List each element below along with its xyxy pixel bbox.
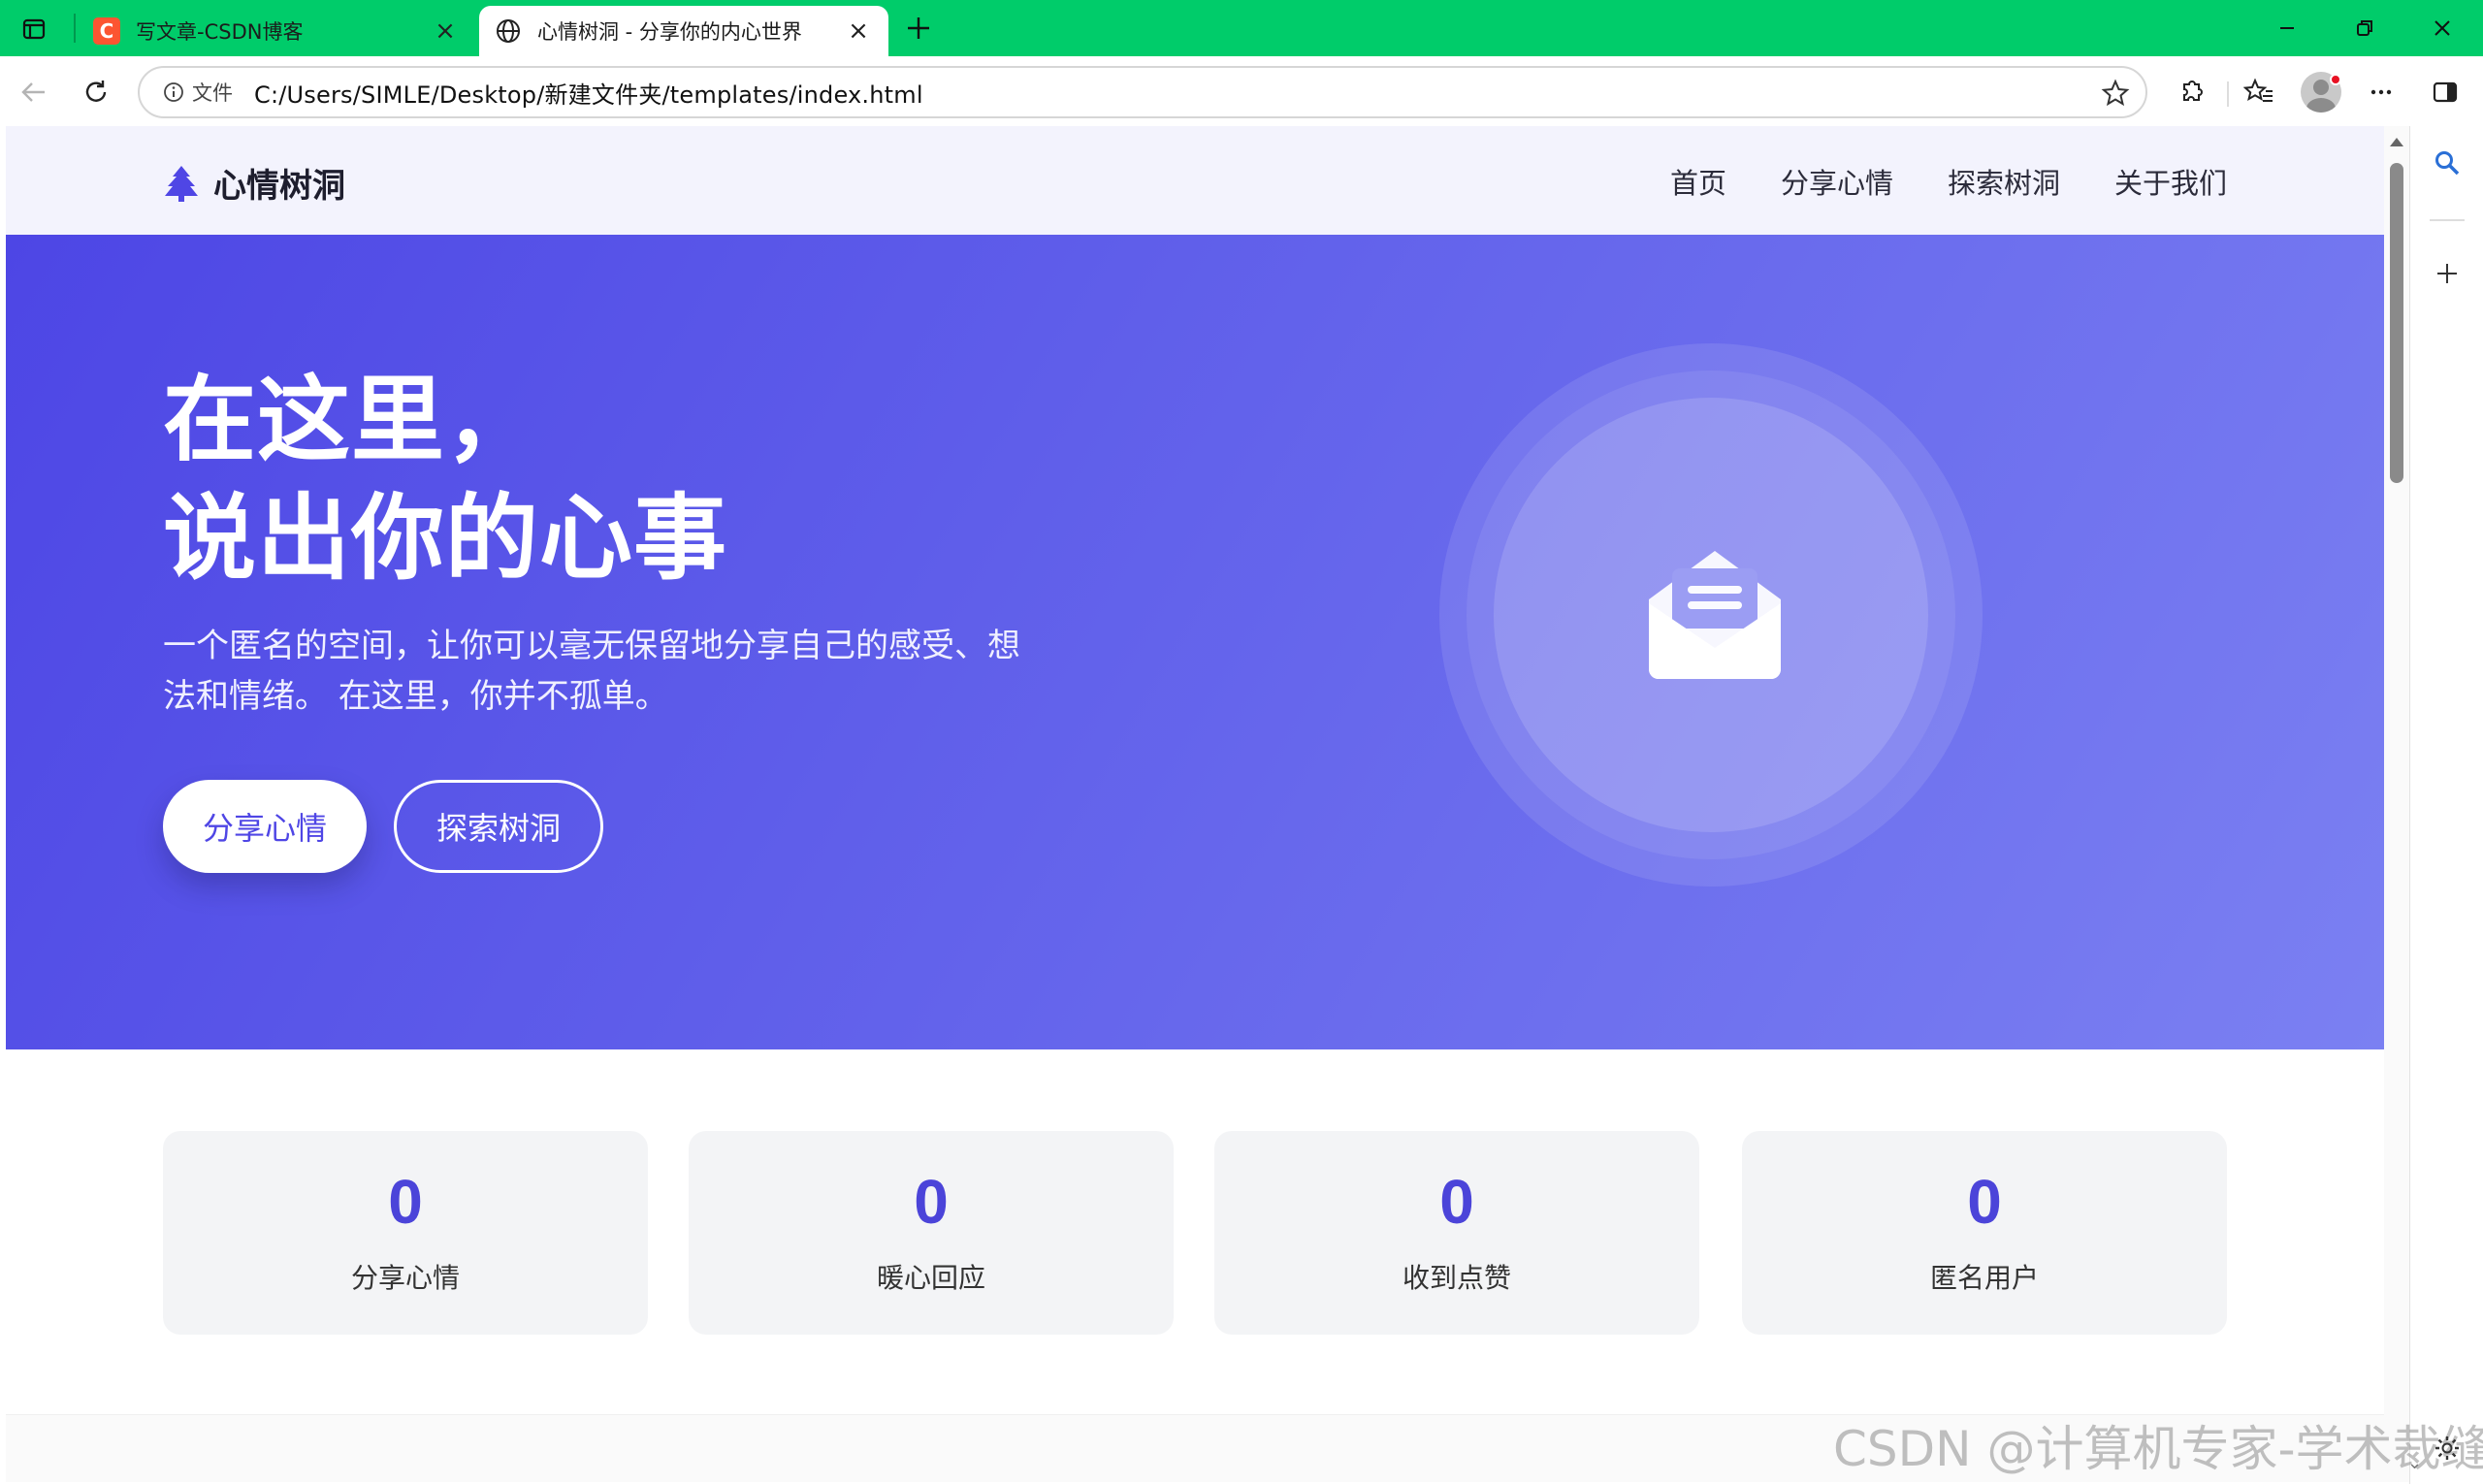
search-icon[interactable] [2428,144,2467,182]
info-icon [164,82,183,102]
hero-title: 在这里， 说出你的心事 [163,361,727,597]
stats-section: 0 分享心情 0 暖心回应 0 收到点赞 0 匿名用户 [6,1049,2384,1414]
brand-name: 心情树洞 [213,167,345,206]
favorite-star-icon[interactable] [2099,77,2132,110]
tab-title: 心情树洞 - 分享你的内心世界 [537,20,802,44]
tab-current[interactable]: 心情树洞 - 分享你的内心世界 × [479,6,888,56]
new-tab-icon[interactable] [900,10,937,47]
page-viewport: 心情树洞 首页 分享心情 探索树洞 关于我们 在这里， 说出你的心事 一个匿名的… [6,126,2384,1482]
csdn-watermark: CSDN @计算机专家-学术裁缝 [1833,1421,2483,1477]
restore-icon[interactable] [2336,8,2394,48]
share-mood-button[interactable]: 分享心情 [163,780,367,873]
site-info-button[interactable]: 文件 [151,74,244,111]
favorites-icon[interactable] [2239,72,2279,113]
stat-label: 分享心情 [350,1262,460,1294]
nav-links: 首页 分享心情 探索树洞 关于我们 [1670,161,2227,202]
stat-value: 0 [914,1167,949,1237]
nav-home[interactable]: 首页 [1670,161,1726,202]
more-menu-icon[interactable] [2361,72,2402,113]
security-label: 文件 [192,81,233,105]
hero-section: 在这里， 说出你的心事 一个匿名的空间，让你可以毫无保留地分享自己的感受、想法和… [6,235,2384,1049]
hero-title-line2: 说出你的心事 [163,484,727,593]
window-close-icon[interactable] [2413,8,2471,48]
stat-label: 匿名用户 [1929,1262,2039,1294]
tab-title: 写文章-CSDN博客 [136,20,304,44]
back-icon[interactable] [14,72,54,113]
address-bar[interactable]: 文件 C:/Users/SIMLE/Desktop/新建文件夹/template… [138,66,2147,118]
stat-label: 暖心回应 [876,1262,985,1294]
extensions-icon[interactable] [2171,72,2211,113]
refresh-icon[interactable] [76,72,116,113]
toolbar-separator [2227,81,2229,107]
nav-about[interactable]: 关于我们 [2114,161,2227,202]
tab-separator [74,14,76,43]
tab-csdn[interactable]: C 写文章-CSDN博客 × [78,6,475,56]
stat-card-shares: 0 分享心情 [163,1131,648,1335]
site-brand[interactable]: 心情树洞 [163,159,345,207]
envelope-open-icon [1645,543,1785,683]
stat-card-replies: 0 暖心回应 [689,1131,1174,1335]
scroll-thumb[interactable] [2390,163,2403,483]
minimize-icon[interactable] [2258,8,2316,48]
csdn-icon: C [93,17,120,45]
browser-toolbar: 文件 C:/Users/SIMLE/Desktop/新建文件夹/template… [0,56,2483,126]
hero-subtitle: 一个匿名的空间，让你可以毫无保留地分享自己的感受、想法和情绪。 在这里，你并不孤… [163,627,1020,716]
notification-dot [2330,74,2341,85]
stat-card-users: 0 匿名用户 [1742,1131,2227,1335]
globe-icon [495,17,522,45]
hero-title-line1: 在这里， [163,366,539,474]
explore-button[interactable]: 探索树洞 [394,780,603,873]
stat-label: 收到点赞 [1402,1262,1511,1294]
stat-value: 0 [1967,1167,2002,1237]
nav-share[interactable]: 分享心情 [1781,161,1893,202]
scroll-up-arrow-icon[interactable] [2390,138,2403,146]
browser-side-panel [2409,126,2483,1484]
sidebar-toggle-icon[interactable] [2425,72,2466,113]
stat-card-likes: 0 收到点赞 [1214,1131,1699,1335]
page-scrollbar[interactable] [2384,126,2409,1482]
browser-tab-bar: C 写文章-CSDN博客 × 心情树洞 - 分享你的内心世界 × [0,0,2483,56]
site-navbar: 心情树洞 首页 分享心情 探索树洞 关于我们 [6,126,2384,235]
stat-value: 0 [388,1167,423,1237]
tab-actions-icon[interactable] [17,13,50,46]
add-icon[interactable] [2428,254,2467,293]
gear-icon[interactable] [2431,1432,2464,1465]
tree-icon [165,165,198,202]
resize-grip-icon: ⌄ [2407,1453,2423,1473]
side-panel-separator [2430,219,2465,221]
nav-explore[interactable]: 探索树洞 [1948,161,2060,202]
close-icon[interactable]: × [431,16,460,46]
url-text: C:/Users/SIMLE/Desktop/新建文件夹/templates/i… [254,81,923,109]
stat-value: 0 [1439,1167,1474,1237]
close-icon[interactable]: × [844,16,873,46]
